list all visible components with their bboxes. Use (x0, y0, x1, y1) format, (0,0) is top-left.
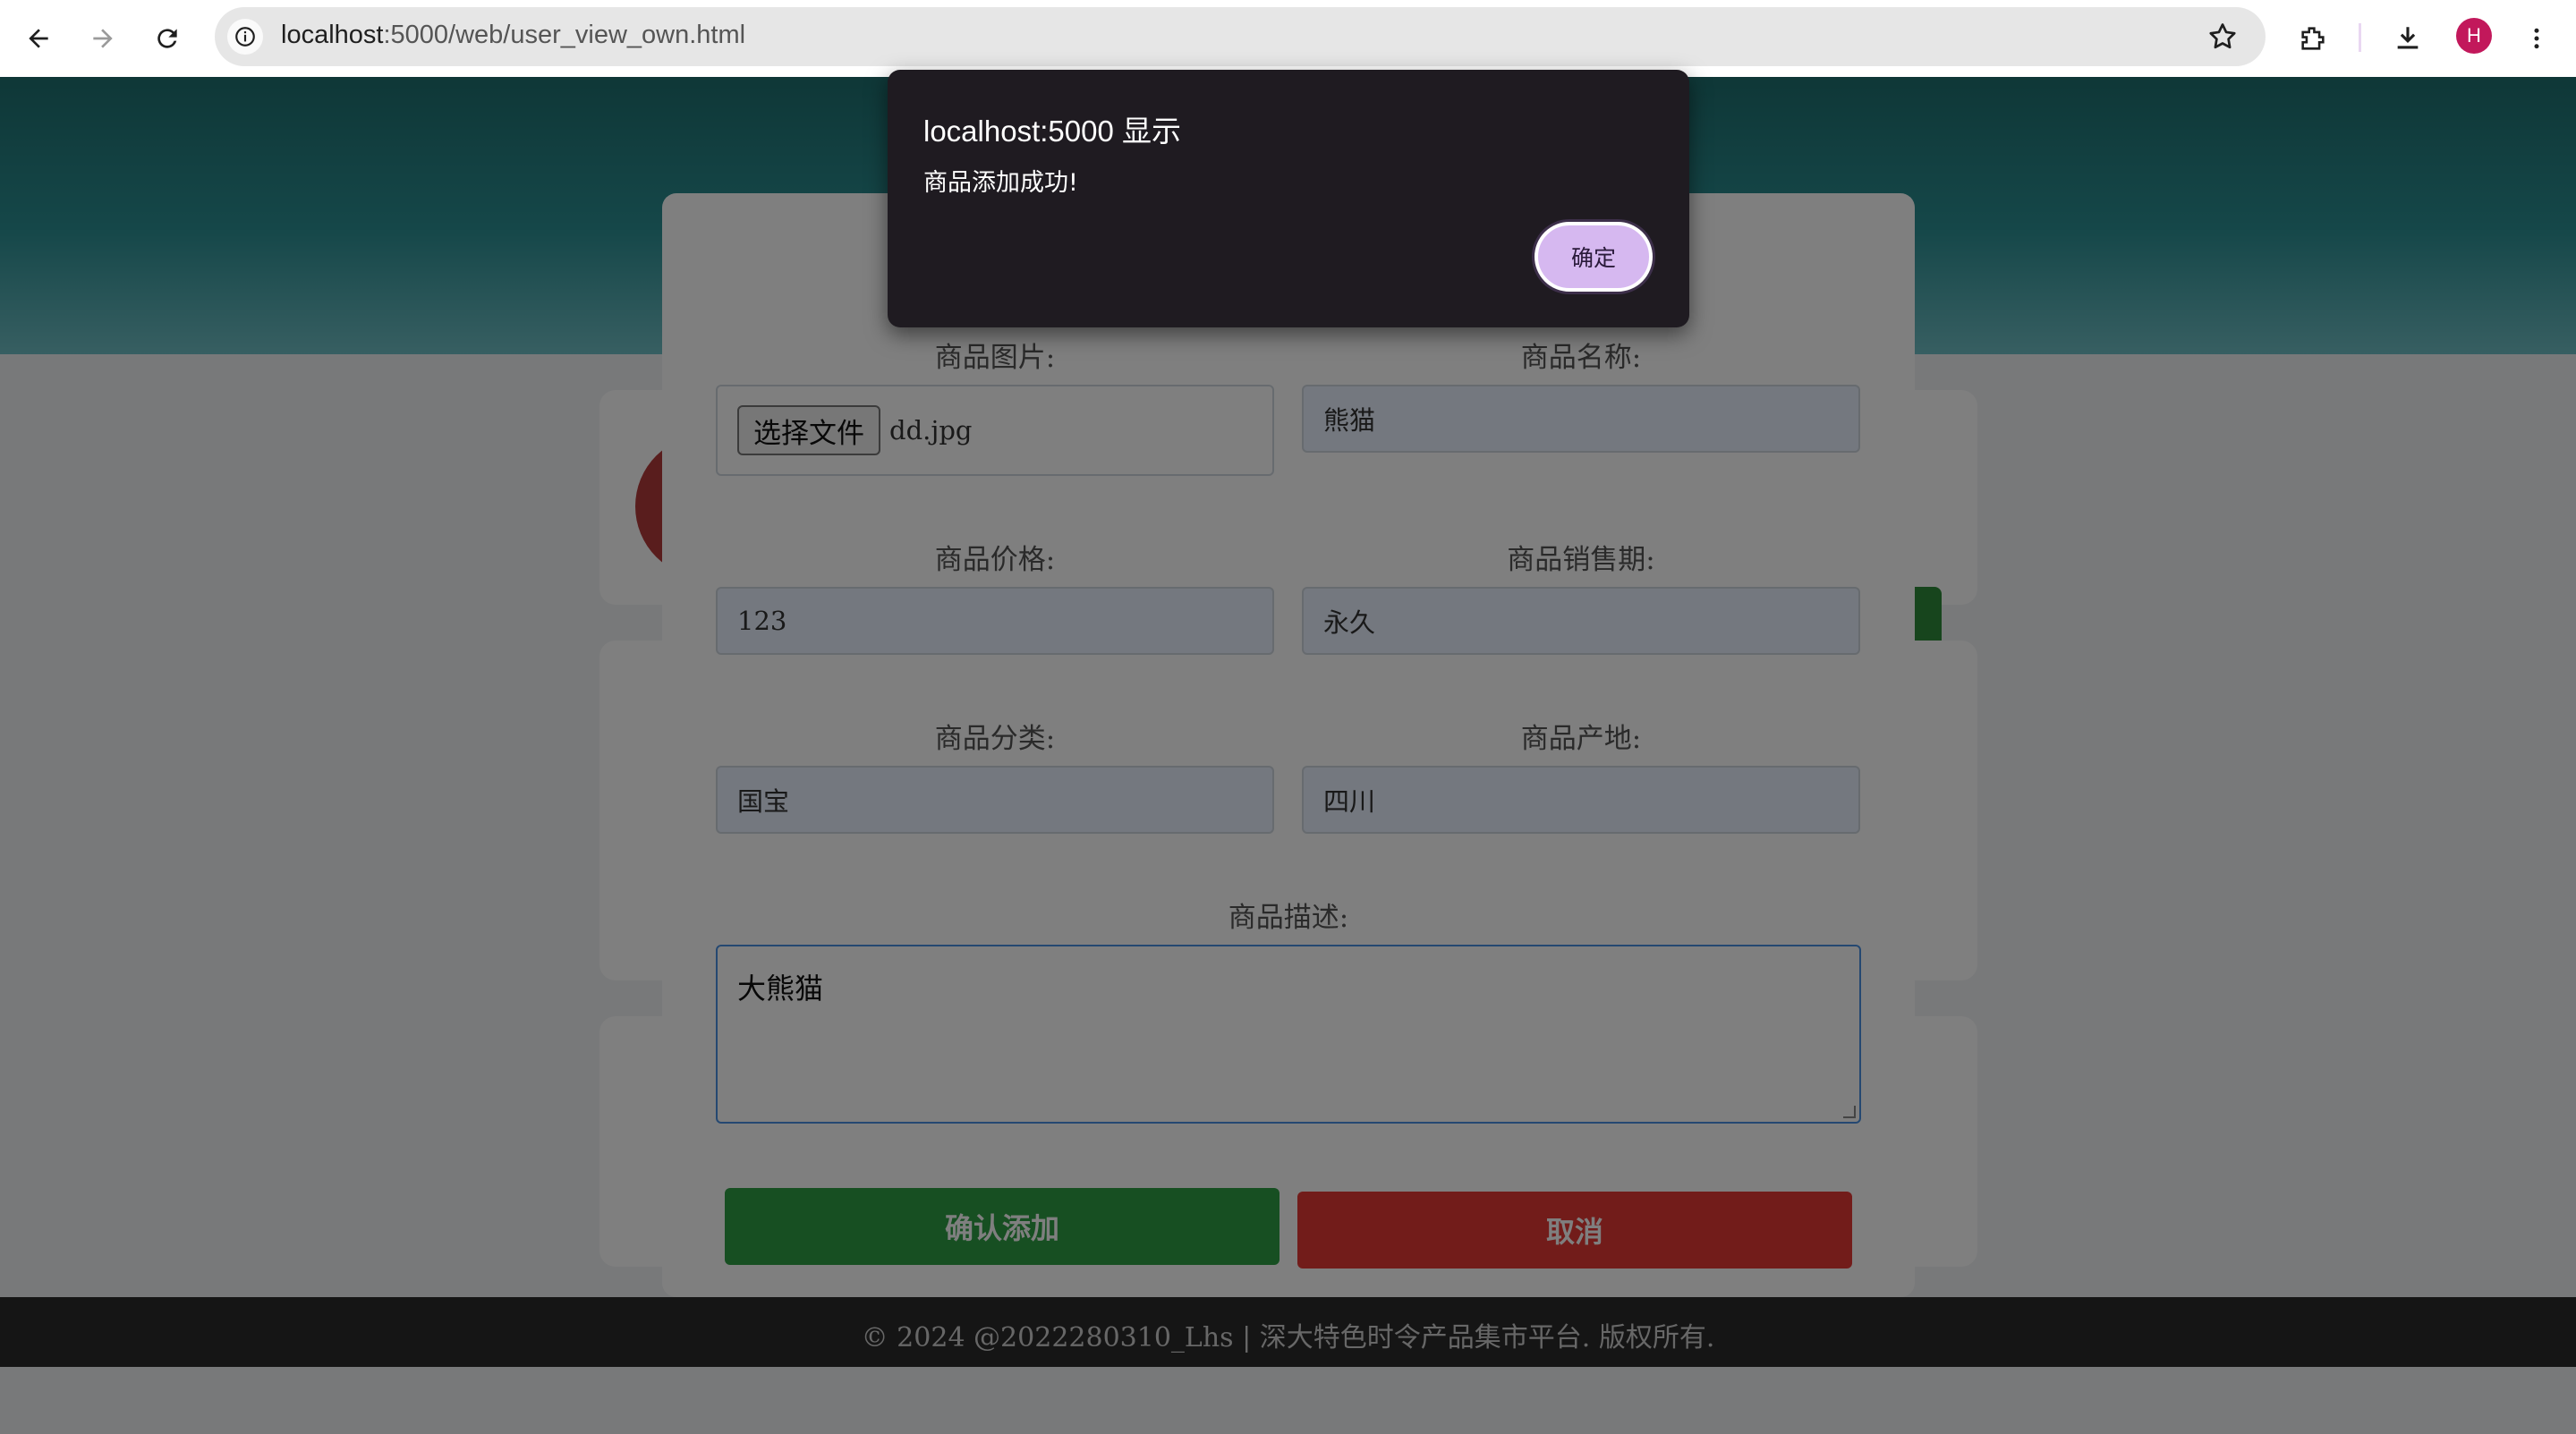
menu-kebab-icon[interactable] (2514, 16, 2559, 61)
back-button[interactable] (16, 16, 61, 61)
back-arrow-icon (29, 29, 48, 48)
site-info-icon[interactable] (227, 19, 263, 55)
forward-button[interactable] (81, 16, 125, 61)
alert-message: 商品添加成功! (923, 169, 1078, 197)
download-icon[interactable] (2385, 16, 2430, 61)
alert-ok-button[interactable]: 确定 (1535, 222, 1653, 292)
reload-button[interactable] (145, 16, 190, 61)
profile-initial: H (2467, 24, 2481, 47)
extensions-icon[interactable] (2291, 16, 2335, 61)
browser-toolbar: localhost:5000/web/user_view_own.html H (0, 0, 2576, 77)
profile-avatar[interactable]: H (2456, 18, 2492, 54)
url-text[interactable]: localhost:5000/web/user_view_own.html (281, 21, 745, 50)
bookmark-star-icon[interactable] (2206, 21, 2239, 53)
reload-icon (157, 29, 177, 48)
alert-dialog: localhost:5000 显示 商品添加成功! 确定 (888, 70, 1689, 327)
url-host: localhost (281, 21, 384, 49)
address-bar[interactable]: localhost:5000/web/user_view_own.html (215, 7, 2266, 66)
url-path: :5000/web/user_view_own.html (383, 21, 746, 49)
forward-arrow-icon (93, 29, 113, 48)
toolbar-divider (2359, 23, 2361, 52)
alert-title: localhost:5000 显示 (923, 115, 1181, 148)
